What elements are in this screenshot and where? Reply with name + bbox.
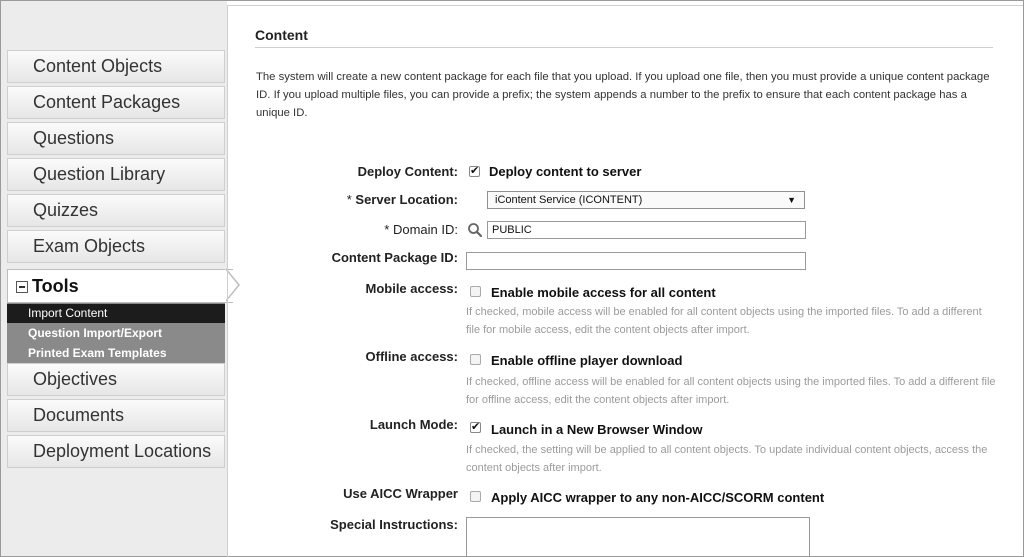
launch-mode-label: Launch Mode: — [369, 417, 458, 432]
offline-access-option: Enable offline player download — [491, 353, 683, 368]
mobile-access-help: If checked, mobile access will be enable… — [466, 306, 982, 336]
sidebar-item-objectives[interactable]: Objectives — [7, 363, 225, 396]
aicc-wrapper-option: Apply AICC wrapper to any non-AICC/SCORM… — [491, 490, 825, 505]
server-location-select[interactable]: iContent Service (ICONTENT) ▼ — [487, 191, 805, 209]
deploy-content-checkbox[interactable] — [469, 164, 480, 177]
main-panel-border — [227, 5, 228, 557]
aicc-wrapper-label: Use AICC Wrapper — [343, 486, 458, 501]
offline-access-label: Offline access: — [365, 349, 459, 364]
sidebar-item-documents[interactable]: Documents — [7, 399, 225, 432]
tools-submenu: Import Content Question Import/Export Pr… — [7, 303, 225, 364]
collapse-minus-icon[interactable] — [16, 281, 28, 293]
dropdown-caret-icon: ▼ — [787, 195, 796, 205]
mobile-access-label: Mobile access: — [365, 281, 459, 296]
sidebar-item-quizzes[interactable]: Quizzes — [7, 194, 225, 227]
sidebar-item-exam-objects[interactable]: Exam Objects — [7, 230, 225, 263]
intro-text: The system will create a new content pac… — [256, 71, 990, 119]
submenu-item-printed-exam-templates[interactable]: Printed Exam Templates — [7, 344, 225, 363]
main-panel-top-border — [227, 5, 1023, 6]
sidebar-item-question-library[interactable]: Question Library — [7, 158, 225, 191]
search-icon[interactable] — [467, 222, 483, 238]
launch-mode-checkbox[interactable] — [470, 420, 481, 433]
required-marker: * — [384, 222, 390, 237]
domain-id-label: * Domain ID: — [384, 222, 458, 237]
mobile-access-checkbox[interactable] — [470, 286, 481, 297]
sidebar-item-tools[interactable]: Tools — [7, 269, 233, 303]
server-location-label: * Server Location: — [347, 192, 458, 207]
sidebar-item-questions[interactable]: Questions — [7, 122, 225, 155]
deploy-content-option: Deploy content to server — [489, 164, 642, 179]
special-instructions-textarea[interactable] — [466, 517, 810, 557]
domain-id-label-text: Domain ID: — [392, 222, 458, 237]
required-marker: * — [346, 192, 352, 207]
content-package-id-label: Content Package ID: — [331, 250, 458, 265]
section-title: Content — [255, 27, 308, 43]
sidebar: Content Objects Content Packages Questio… — [1, 1, 233, 556]
special-instructions-label: Special Instructions: — [330, 517, 458, 532]
mobile-access-option: Enable mobile access for all content — [491, 285, 716, 300]
deploy-content-label: Deploy Content: — [357, 164, 458, 179]
submenu-item-import-content[interactable]: Import Content — [7, 304, 225, 323]
sidebar-item-deployment-locations[interactable]: Deployment Locations — [7, 435, 225, 468]
server-location-value: iContent Service (ICONTENT) — [495, 194, 643, 206]
launch-mode-help: If checked, the setting will be applied … — [466, 444, 988, 474]
sidebar-item-content-objects[interactable]: Content Objects — [7, 50, 225, 83]
aicc-wrapper-checkbox[interactable] — [470, 491, 481, 502]
sidebar-item-tools-label: Tools — [32, 276, 79, 296]
launch-mode-option: Launch in a New Browser Window — [491, 422, 703, 437]
section-divider — [255, 47, 993, 48]
content-package-id-input[interactable] — [466, 252, 806, 270]
submenu-item-question-import-export[interactable]: Question Import/Export — [7, 324, 225, 343]
sidebar-item-content-packages[interactable]: Content Packages — [7, 86, 225, 119]
offline-access-checkbox[interactable] — [470, 354, 481, 365]
server-location-label-text: Server Location: — [355, 192, 458, 207]
offline-access-help: If checked, offline access will be enabl… — [466, 376, 996, 406]
domain-id-input[interactable]: PUBLIC — [487, 221, 806, 239]
